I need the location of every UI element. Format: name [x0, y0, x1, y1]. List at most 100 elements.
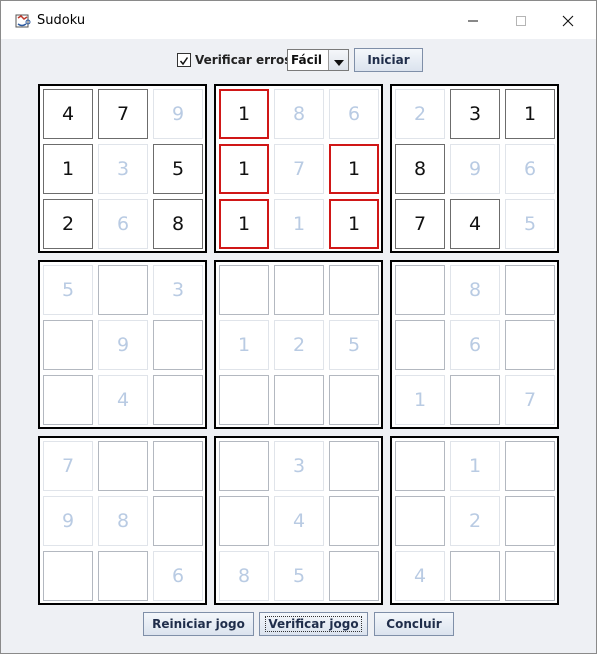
sudoku-cell[interactable] [274, 375, 324, 425]
sudoku-cell[interactable] [43, 320, 93, 370]
sudoku-cell[interactable]: 1 [219, 199, 269, 249]
sudoku-cell[interactable] [219, 265, 269, 315]
sudoku-cell[interactable]: 1 [329, 199, 379, 249]
sudoku-cell[interactable] [450, 551, 500, 601]
sudoku-cell[interactable] [43, 375, 93, 425]
sudoku-cell: 9 [98, 320, 148, 370]
sudoku-cell[interactable]: 1 [43, 144, 93, 194]
restart-game-button[interactable]: Reiniciar jogo [143, 612, 254, 636]
sudoku-cell[interactable] [43, 551, 93, 601]
sudoku-cell: 6 [153, 551, 203, 601]
sudoku-cell[interactable] [98, 551, 148, 601]
chevron-down-icon [333, 51, 344, 70]
java-cup-icon [14, 12, 32, 29]
close-icon [562, 12, 574, 31]
difficulty-select[interactable]: Fácil [287, 49, 349, 71]
sudoku-block: 479 135 268 [38, 84, 207, 253]
sudoku-cell[interactable]: 8 [395, 144, 445, 194]
sudoku-cell[interactable] [219, 375, 269, 425]
finish-button[interactable]: Concluir [374, 612, 454, 636]
sudoku-block: 3485 [214, 436, 383, 605]
sudoku-cell[interactable]: 8 [153, 199, 203, 249]
sudoku-cell: 2 [274, 320, 324, 370]
sudoku-cell[interactable] [329, 496, 379, 546]
sudoku-cell[interactable] [505, 551, 555, 601]
sudoku-cell[interactable] [329, 551, 379, 601]
sudoku-cell[interactable] [395, 265, 445, 315]
sudoku-cell[interactable] [329, 441, 379, 491]
check-errors-label[interactable]: Verificar erros [195, 53, 291, 67]
minimize-button[interactable] [459, 9, 487, 33]
checkbox-box [177, 53, 191, 67]
sudoku-cell[interactable]: 1 [329, 144, 379, 194]
sudoku-cell: 5 [329, 320, 379, 370]
sudoku-cell[interactable]: 4 [450, 199, 500, 249]
sudoku-cell: 1 [219, 320, 269, 370]
sudoku-cell[interactable]: 7 [98, 89, 148, 139]
sudoku-cell: 1 [450, 441, 500, 491]
sudoku-cell[interactable] [505, 441, 555, 491]
dropdown-arrow-button[interactable] [328, 50, 348, 70]
minimize-icon [467, 12, 479, 31]
verify-game-button[interactable]: Verificar jogo [259, 612, 368, 636]
sudoku-cell: 4 [98, 375, 148, 425]
sudoku-cell[interactable]: 1 [219, 144, 269, 194]
sudoku-cell[interactable] [395, 441, 445, 491]
window-title: Sudoku [37, 13, 86, 28]
sudoku-cell[interactable]: 7 [395, 199, 445, 249]
sudoku-window: Sudoku Verificar erros Fácil Iniciar 4 7… [0, 0, 597, 654]
sudoku-cell: 8 [274, 89, 324, 139]
sudoku-cell[interactable] [505, 496, 555, 546]
sudoku-block: 186171111 [214, 84, 383, 253]
sudoku-cell[interactable] [505, 265, 555, 315]
sudoku-cell: 7 [43, 441, 93, 491]
title-bar: Sudoku [1, 1, 596, 39]
sudoku-block: 125 [214, 260, 383, 429]
sudoku-cell[interactable]: 4 [43, 89, 93, 139]
sudoku-cell: 5 [43, 265, 93, 315]
sudoku-cell: 9 [450, 144, 500, 194]
sudoku-cell[interactable] [329, 375, 379, 425]
difficulty-selected-value: Fácil [291, 53, 322, 67]
maximize-button[interactable] [507, 9, 535, 33]
sudoku-cell: 3 [274, 441, 324, 491]
sudoku-cell[interactable] [505, 320, 555, 370]
sudoku-cell[interactable] [274, 265, 324, 315]
sudoku-cell[interactable]: 5 [153, 144, 203, 194]
check-errors-checkbox[interactable] [177, 53, 191, 67]
sudoku-cell[interactable] [219, 496, 269, 546]
sudoku-cell[interactable] [395, 496, 445, 546]
sudoku-block: 231 896 745 [390, 84, 559, 253]
sudoku-cell: 8 [450, 265, 500, 315]
sudoku-cell[interactable] [153, 375, 203, 425]
sudoku-cell[interactable] [450, 375, 500, 425]
sudoku-cell[interactable] [153, 441, 203, 491]
sudoku-block: 5 394 [38, 260, 207, 429]
sudoku-block: 7986 [38, 436, 207, 605]
sudoku-cell[interactable]: 1 [505, 89, 555, 139]
sudoku-cell: 3 [98, 144, 148, 194]
sudoku-cell[interactable]: 2 [43, 199, 93, 249]
sudoku-cell: 8 [219, 551, 269, 601]
sudoku-cell[interactable]: 3 [450, 89, 500, 139]
sudoku-cell: 5 [274, 551, 324, 601]
sudoku-cell[interactable] [153, 320, 203, 370]
sudoku-cell: 7 [505, 375, 555, 425]
sudoku-cell[interactable] [219, 441, 269, 491]
sudoku-cell: 2 [395, 89, 445, 139]
sudoku-cell[interactable]: 1 [219, 89, 269, 139]
sudoku-cell: 8 [98, 496, 148, 546]
sudoku-cell[interactable] [329, 265, 379, 315]
start-button[interactable]: Iniciar [354, 48, 423, 72]
sudoku-cell: 4 [395, 551, 445, 601]
close-button[interactable] [554, 9, 582, 33]
sudoku-cell[interactable] [98, 441, 148, 491]
sudoku-cell[interactable] [98, 265, 148, 315]
checkmark-icon [179, 51, 189, 70]
sudoku-cell: 5 [505, 199, 555, 249]
sudoku-cell: 2 [450, 496, 500, 546]
sudoku-cell: 4 [274, 496, 324, 546]
sudoku-cell: 6 [505, 144, 555, 194]
sudoku-cell[interactable] [153, 496, 203, 546]
sudoku-cell[interactable] [395, 320, 445, 370]
